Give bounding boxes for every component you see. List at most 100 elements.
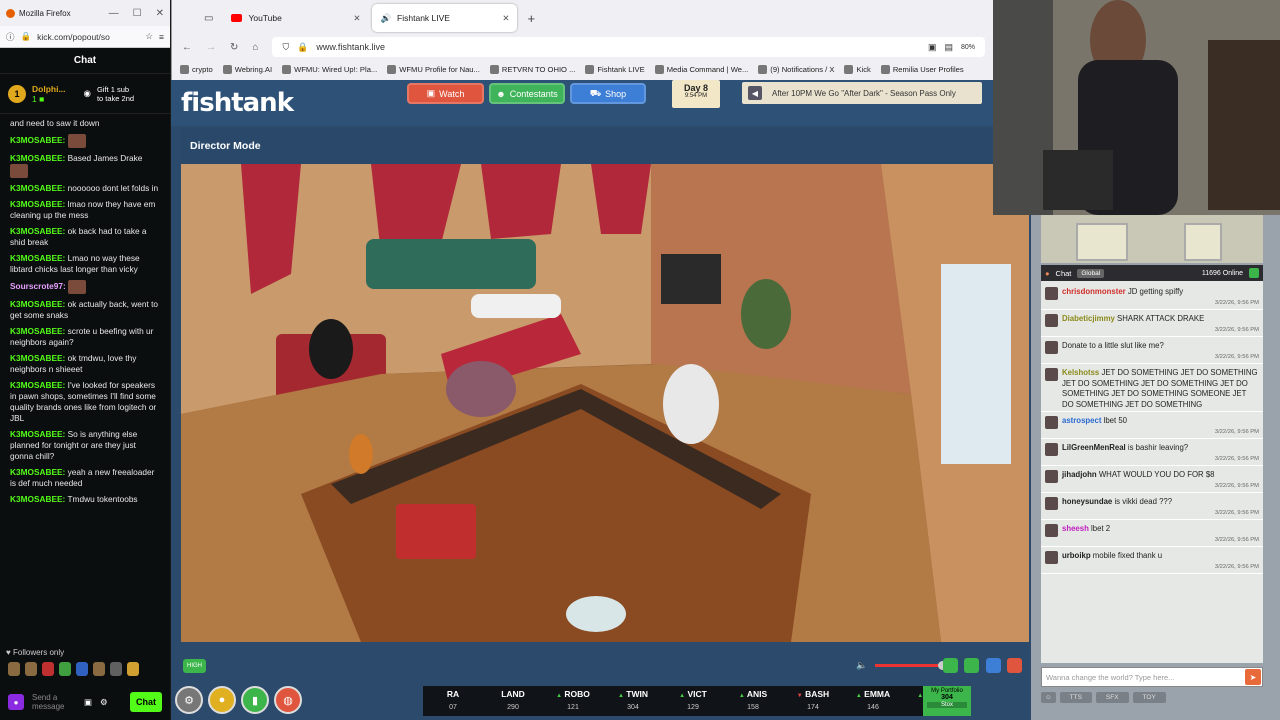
kick-username[interactable]: K3MOSABEE: bbox=[10, 135, 65, 145]
stock-item[interactable]: ▲ VICT 129 bbox=[663, 689, 723, 713]
reload-icon[interactable]: ↻ bbox=[230, 42, 238, 53]
avatar[interactable] bbox=[1045, 443, 1058, 456]
kick-username[interactable]: K3MOSABEE: bbox=[10, 226, 65, 236]
address-bar[interactable]: ⛉ 🔒 www.fishtank.live ▣ ▤ 80% bbox=[272, 37, 985, 57]
toy-button[interactable]: TOY bbox=[1132, 691, 1166, 703]
volume-control[interactable]: 🔈 bbox=[856, 660, 948, 671]
clip-icon[interactable] bbox=[943, 658, 958, 673]
kick-username[interactable]: K3MOSABEE: bbox=[10, 353, 65, 363]
close-tab-icon[interactable]: ✕ bbox=[502, 13, 509, 24]
chat-tab-label[interactable]: Chat bbox=[1056, 269, 1072, 278]
forward-icon[interactable]: → bbox=[206, 42, 216, 53]
chat-username[interactable]: Diabeticjimmy bbox=[1062, 314, 1115, 323]
emote[interactable] bbox=[93, 662, 105, 676]
emote-bar[interactable] bbox=[8, 662, 139, 676]
chat-username[interactable]: chrisdonmonster bbox=[1062, 287, 1126, 296]
back-icon[interactable]: ← bbox=[182, 42, 192, 53]
kick-username[interactable]: K3MOSABEE: bbox=[10, 183, 65, 193]
home-icon[interactable]: ⌂ bbox=[252, 42, 258, 53]
bookmark-item[interactable]: Fishtank LIVE bbox=[585, 64, 645, 74]
tts-button[interactable]: TTS bbox=[1059, 691, 1092, 703]
contestants-button[interactable]: ☻ Contestants bbox=[489, 83, 565, 104]
chat-username[interactable]: sheesh bbox=[1062, 524, 1089, 533]
bookmark-item[interactable]: WFMU Profile for Nau... bbox=[387, 64, 480, 74]
items-icon[interactable]: ◍ bbox=[274, 686, 302, 714]
tab-fishtank[interactable]: 🔊 Fishtank LIVE ✕ bbox=[372, 4, 518, 32]
picture-in-picture-icon[interactable]: ▣ bbox=[928, 42, 937, 53]
portfolio-widget[interactable]: My Portfolio 304 Stox bbox=[923, 686, 971, 716]
avatar[interactable] bbox=[1045, 314, 1058, 327]
chat-tab[interactable]: ● bbox=[1045, 269, 1050, 278]
chat-send-button[interactable]: Chat bbox=[130, 692, 162, 712]
stock-item[interactable]: ▲ ANIS 158 bbox=[723, 689, 783, 713]
send-message-input[interactable]: Send a message bbox=[32, 693, 76, 711]
emote[interactable] bbox=[110, 662, 122, 676]
bookmark-item[interactable]: Kick bbox=[844, 64, 871, 74]
chat-username[interactable]: LilGreenMenReal bbox=[1062, 443, 1126, 452]
emote[interactable] bbox=[76, 662, 88, 676]
star-icon[interactable]: ☆ bbox=[145, 31, 153, 42]
chat-username[interactable]: urboikp bbox=[1062, 551, 1091, 560]
watch-button[interactable]: ▣ Watch bbox=[407, 83, 484, 104]
avatar[interactable] bbox=[1045, 497, 1058, 510]
record-icon[interactable] bbox=[1007, 658, 1022, 673]
chat-username[interactable]: jihadjohn bbox=[1062, 470, 1097, 479]
settings-gear-icon[interactable]: ⚙ bbox=[175, 686, 203, 714]
avatar[interactable] bbox=[1045, 551, 1058, 564]
avatar[interactable] bbox=[1045, 470, 1058, 483]
kick-username[interactable]: K3MOSABEE: bbox=[10, 467, 65, 477]
coins-icon[interactable]: ● bbox=[208, 686, 236, 714]
stock-item[interactable]: LAND 290 bbox=[483, 689, 543, 713]
sfx-button[interactable]: SFX bbox=[1095, 691, 1129, 703]
emote-picker-icon[interactable]: ▣ bbox=[84, 697, 92, 708]
avatar[interactable] bbox=[1045, 524, 1058, 537]
avatar[interactable] bbox=[1045, 416, 1058, 429]
chat-username[interactable]: Kelshotss bbox=[1062, 368, 1099, 377]
bookmark-item[interactable]: (9) Notifications / X bbox=[758, 64, 834, 74]
kick-username[interactable]: K3MOSABEE: bbox=[10, 153, 65, 163]
kick-username[interactable]: K3MOSABEE: bbox=[10, 253, 65, 263]
kick-username[interactable]: K3MOSABEE: bbox=[10, 429, 65, 439]
chat-send-icon[interactable]: ➤ bbox=[1245, 669, 1261, 685]
chat-input[interactable]: Wanna change the world? Type here... bbox=[1041, 667, 1263, 687]
bookmark-item[interactable]: Remilia User Profiles bbox=[880, 64, 964, 74]
kick-username[interactable]: K3MOSABEE: bbox=[10, 299, 65, 309]
emote[interactable] bbox=[25, 662, 37, 676]
close-tab-icon[interactable]: ✕ bbox=[353, 13, 360, 24]
gift-leaderboard[interactable]: 1 Dolphi... 1 ■ ◉ Gift 1 sub to take 2nd bbox=[0, 74, 170, 114]
avatar[interactable] bbox=[1045, 287, 1058, 300]
kick-username[interactable]: K3MOSABEE: bbox=[10, 199, 65, 209]
settings-icon[interactable]: ⚙ bbox=[100, 697, 108, 708]
emote[interactable] bbox=[42, 662, 54, 676]
speaker-icon[interactable]: 🔈 bbox=[856, 660, 867, 671]
kick-username[interactable]: Sourscrote97: bbox=[10, 281, 66, 291]
ticker-prev-icon[interactable]: ◀ bbox=[748, 86, 762, 100]
menu-icon[interactable]: ≡ bbox=[159, 32, 164, 42]
bookmark-item[interactable]: RETVRN TO OHIO ... bbox=[489, 64, 575, 74]
stock-item[interactable]: ▲ TWIN 304 bbox=[603, 689, 663, 713]
shop-button[interactable]: ⛟ Shop bbox=[570, 83, 646, 104]
global-badge[interactable]: Global bbox=[1077, 268, 1105, 278]
volume-slider[interactable] bbox=[875, 664, 941, 667]
kick-username[interactable]: K3MOSABEE: bbox=[10, 494, 65, 504]
chat-username[interactable]: honeysundae bbox=[1062, 497, 1112, 506]
kick-username[interactable]: K3MOSABEE: bbox=[10, 326, 65, 336]
tab-overview-icon[interactable]: ▭ bbox=[204, 13, 213, 24]
mic-icon[interactable]: ● bbox=[8, 694, 24, 710]
tab-youtube[interactable]: YouTube ✕ bbox=[223, 4, 368, 32]
stock-item[interactable]: RA 07 bbox=[423, 689, 483, 713]
bookmark-item[interactable]: Media Command | We... bbox=[654, 64, 748, 74]
kick-url-bar[interactable]: ⓘ 🔒 kick.com/popout/so ☆ ≡ bbox=[0, 26, 170, 48]
stock-item[interactable]: ▼ BASH 174 bbox=[783, 689, 843, 713]
minimize-icon[interactable]: — bbox=[109, 8, 119, 19]
quality-button[interactable]: HIGH bbox=[183, 659, 206, 673]
emote[interactable] bbox=[127, 662, 139, 676]
bookmark-item[interactable]: WFMU: Wired Up!: Pla... bbox=[282, 64, 377, 74]
bookmark-item[interactable]: crypto bbox=[180, 64, 213, 74]
expand-icon[interactable] bbox=[1249, 268, 1259, 278]
new-tab-icon[interactable]: + bbox=[527, 11, 535, 26]
maximize-icon[interactable]: ☐ bbox=[133, 8, 142, 19]
stock-ticker[interactable]: RA 07 LAND 290 ▲ ROBO 121 ▲ TWIN 304 ▲ VICT 129 ▲… bbox=[423, 686, 968, 716]
avatar[interactable] bbox=[1045, 341, 1058, 354]
close-icon[interactable]: ✕ bbox=[156, 8, 164, 19]
